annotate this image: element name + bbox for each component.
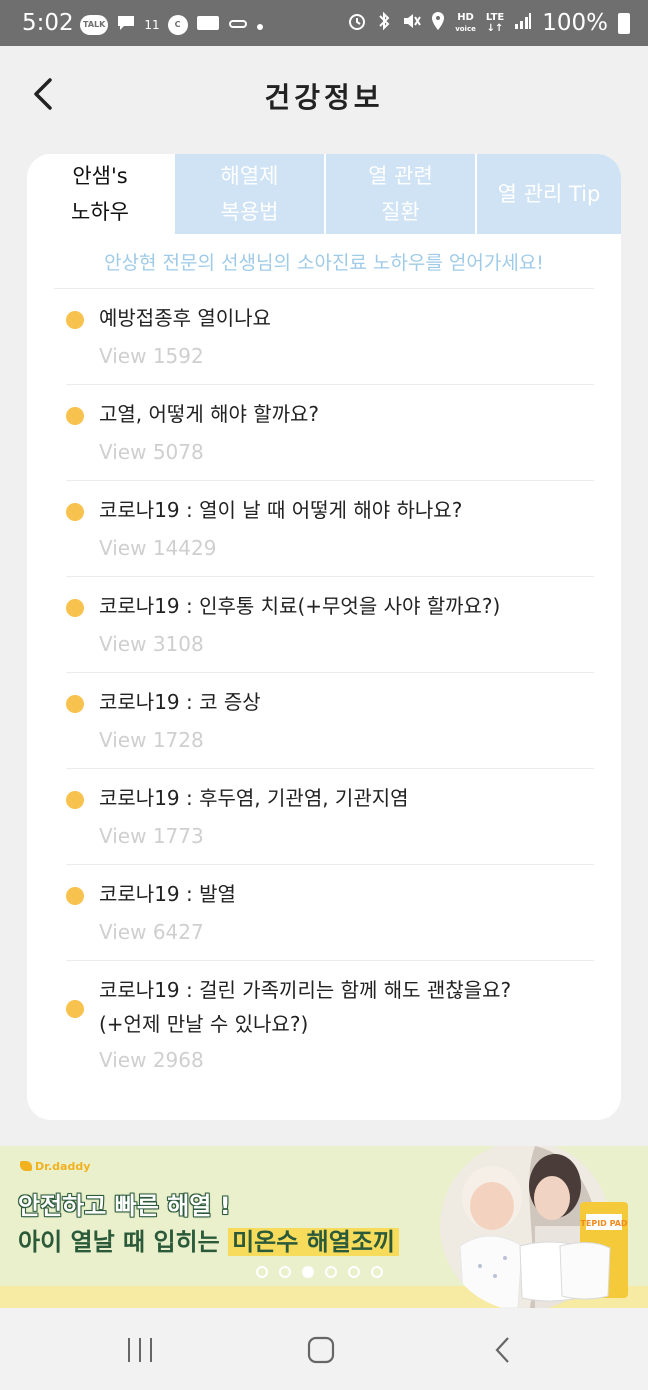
bullet-dot xyxy=(66,887,84,905)
brand-logo: Dr.daddy xyxy=(20,1160,90,1173)
battery-percent: 100% xyxy=(542,10,608,36)
view-count: View 6427 xyxy=(99,920,204,944)
page-dot[interactable] xyxy=(325,1266,337,1278)
page-title: 건강정보 xyxy=(264,81,384,114)
tab-fever-diseases[interactable]: 열 관련 질환 xyxy=(324,154,475,234)
bullet-dot xyxy=(66,503,84,521)
recent-apps-icon xyxy=(128,1338,152,1362)
article-title: 코로나19 : 후두염, 기관염, 기관지염 xyxy=(99,786,409,810)
page-dot[interactable] xyxy=(279,1266,291,1278)
more-notifications-icon xyxy=(256,16,264,35)
article-title: 코로나19 : 인후통 치료(+무엇을 사야 할까요?) xyxy=(99,594,501,618)
banner-tagline: 아이 열날 때 입히는 미온수 해열조끼 xyxy=(18,1222,399,1257)
message-icon xyxy=(116,14,136,36)
bullet-dot xyxy=(66,695,84,713)
tab-bar: 안샘's 노하우 해열제 복용법 열 관련 질환 열 관리 Tip xyxy=(27,154,621,234)
article-title: 코로나19 : 걸린 가족끼리는 함께 해도 괜찮을요? xyxy=(99,978,512,1002)
c-app-icon: C xyxy=(167,15,188,35)
promo-banner[interactable]: Dr.daddy 안전하고 빠른 해열 ! 아이 열날 때 입히는 미온수 해열… xyxy=(0,1146,648,1308)
list-item[interactable]: 코로나19 : 열이 날 때 어떻게 해야 하나요? View 14429 xyxy=(27,481,621,577)
article-list: 예방접종후 열이나요 View 1592 고열, 어떻게 해야 할까요? Vie… xyxy=(27,289,621,1101)
location-icon xyxy=(431,11,445,35)
page-dot-active[interactable] xyxy=(302,1266,314,1278)
notification-count: 11 xyxy=(144,18,160,32)
list-item[interactable]: 코로나19 : 코 증상 View 1728 xyxy=(27,673,621,769)
list-item[interactable]: 고열, 어떻게 해야 할까요? View 5078 xyxy=(27,385,621,481)
page-dot[interactable] xyxy=(348,1266,360,1278)
header: 건강정보 xyxy=(0,46,648,146)
list-item[interactable]: 예방접종후 열이나요 View 1592 xyxy=(27,289,621,385)
article-title-line2: (+언제 만날 수 있나요?) xyxy=(99,1012,309,1036)
bluetooth-icon xyxy=(377,11,391,35)
list-item[interactable]: 코로나19 : 걸린 가족끼리는 함께 해도 괜찮을요? (+언제 만날 수 있… xyxy=(27,961,621,1101)
article-title: 코로나19 : 열이 날 때 어떻게 해야 하나요? xyxy=(99,498,463,522)
status-time: 5:02 xyxy=(22,10,74,36)
article-title: 예방접종후 열이나요 xyxy=(99,306,271,330)
back-arrow-icon xyxy=(495,1337,509,1363)
article-title: 코로나19 : 코 증상 xyxy=(99,690,261,714)
bullet-dot xyxy=(66,407,84,425)
link-icon xyxy=(228,16,248,35)
view-count: View 1728 xyxy=(99,728,204,752)
alarm-icon xyxy=(347,11,367,35)
view-count: View 2968 xyxy=(99,1048,204,1072)
view-count: View 3108 xyxy=(99,632,204,656)
home-button[interactable] xyxy=(296,1330,346,1370)
content-card: 안샘's 노하우 해열제 복용법 열 관련 질환 열 관리 Tip 안상현 전문… xyxy=(27,154,621,1120)
banner-headline: 안전하고 빠른 해열 ! xyxy=(18,1192,231,1220)
banner-page-indicator xyxy=(256,1266,383,1278)
hd-voice-icon: HD voice xyxy=(455,11,476,33)
status-bar: 5:02 TALK 11 C HD voice LTE ↓↑ 100% xyxy=(0,0,648,46)
page-dot[interactable] xyxy=(371,1266,383,1278)
view-count: View 5078 xyxy=(99,440,204,464)
product-photo: TEPID PAD xyxy=(440,1146,628,1308)
list-item[interactable]: 코로나19 : 발열 View 6427 xyxy=(27,865,621,961)
tab-fever-tips[interactable]: 열 관리 Tip xyxy=(475,154,621,234)
list-item[interactable]: 코로나19 : 후두염, 기관염, 기관지염 View 1773 xyxy=(27,769,621,865)
mute-icon xyxy=(401,11,422,35)
article-title: 코로나19 : 발열 xyxy=(99,882,236,906)
battery-icon xyxy=(618,12,630,34)
section-subtitle: 안상현 전문의 선생님의 소아진료 노하우를 얻어가세요! xyxy=(104,252,544,274)
tab-antipyretic-dosage[interactable]: 해열제 복용법 xyxy=(173,154,324,234)
view-count: View 1592 xyxy=(99,344,204,368)
lte-icon: LTE ↓↑ xyxy=(485,12,505,34)
system-back-button[interactable] xyxy=(478,1330,528,1370)
bullet-dot xyxy=(66,311,84,329)
system-navigation-bar xyxy=(0,1308,648,1390)
notification-icons: TALK 11 C xyxy=(80,14,264,36)
kakaotalk-icon: TALK xyxy=(80,15,109,35)
bullet-dot xyxy=(66,791,84,809)
page-dot[interactable] xyxy=(256,1266,268,1278)
home-icon xyxy=(307,1336,335,1364)
bullet-dot xyxy=(66,1000,84,1018)
view-count: View 14429 xyxy=(99,536,217,560)
tab-ansaem-knowhow[interactable]: 안샘's 노하우 xyxy=(27,154,173,234)
signal-icon xyxy=(514,12,532,34)
list-item[interactable]: 코로나19 : 인후통 치료(+무엇을 사야 할까요?) View 3108 xyxy=(27,577,621,673)
view-count: View 1773 xyxy=(99,824,204,848)
product-label: TEPID PAD xyxy=(580,1219,628,1228)
bullet-dot xyxy=(66,599,84,617)
article-title: 고열, 어떻게 해야 할까요? xyxy=(99,402,320,426)
recent-apps-button[interactable] xyxy=(115,1330,165,1370)
app-icon xyxy=(196,14,220,36)
